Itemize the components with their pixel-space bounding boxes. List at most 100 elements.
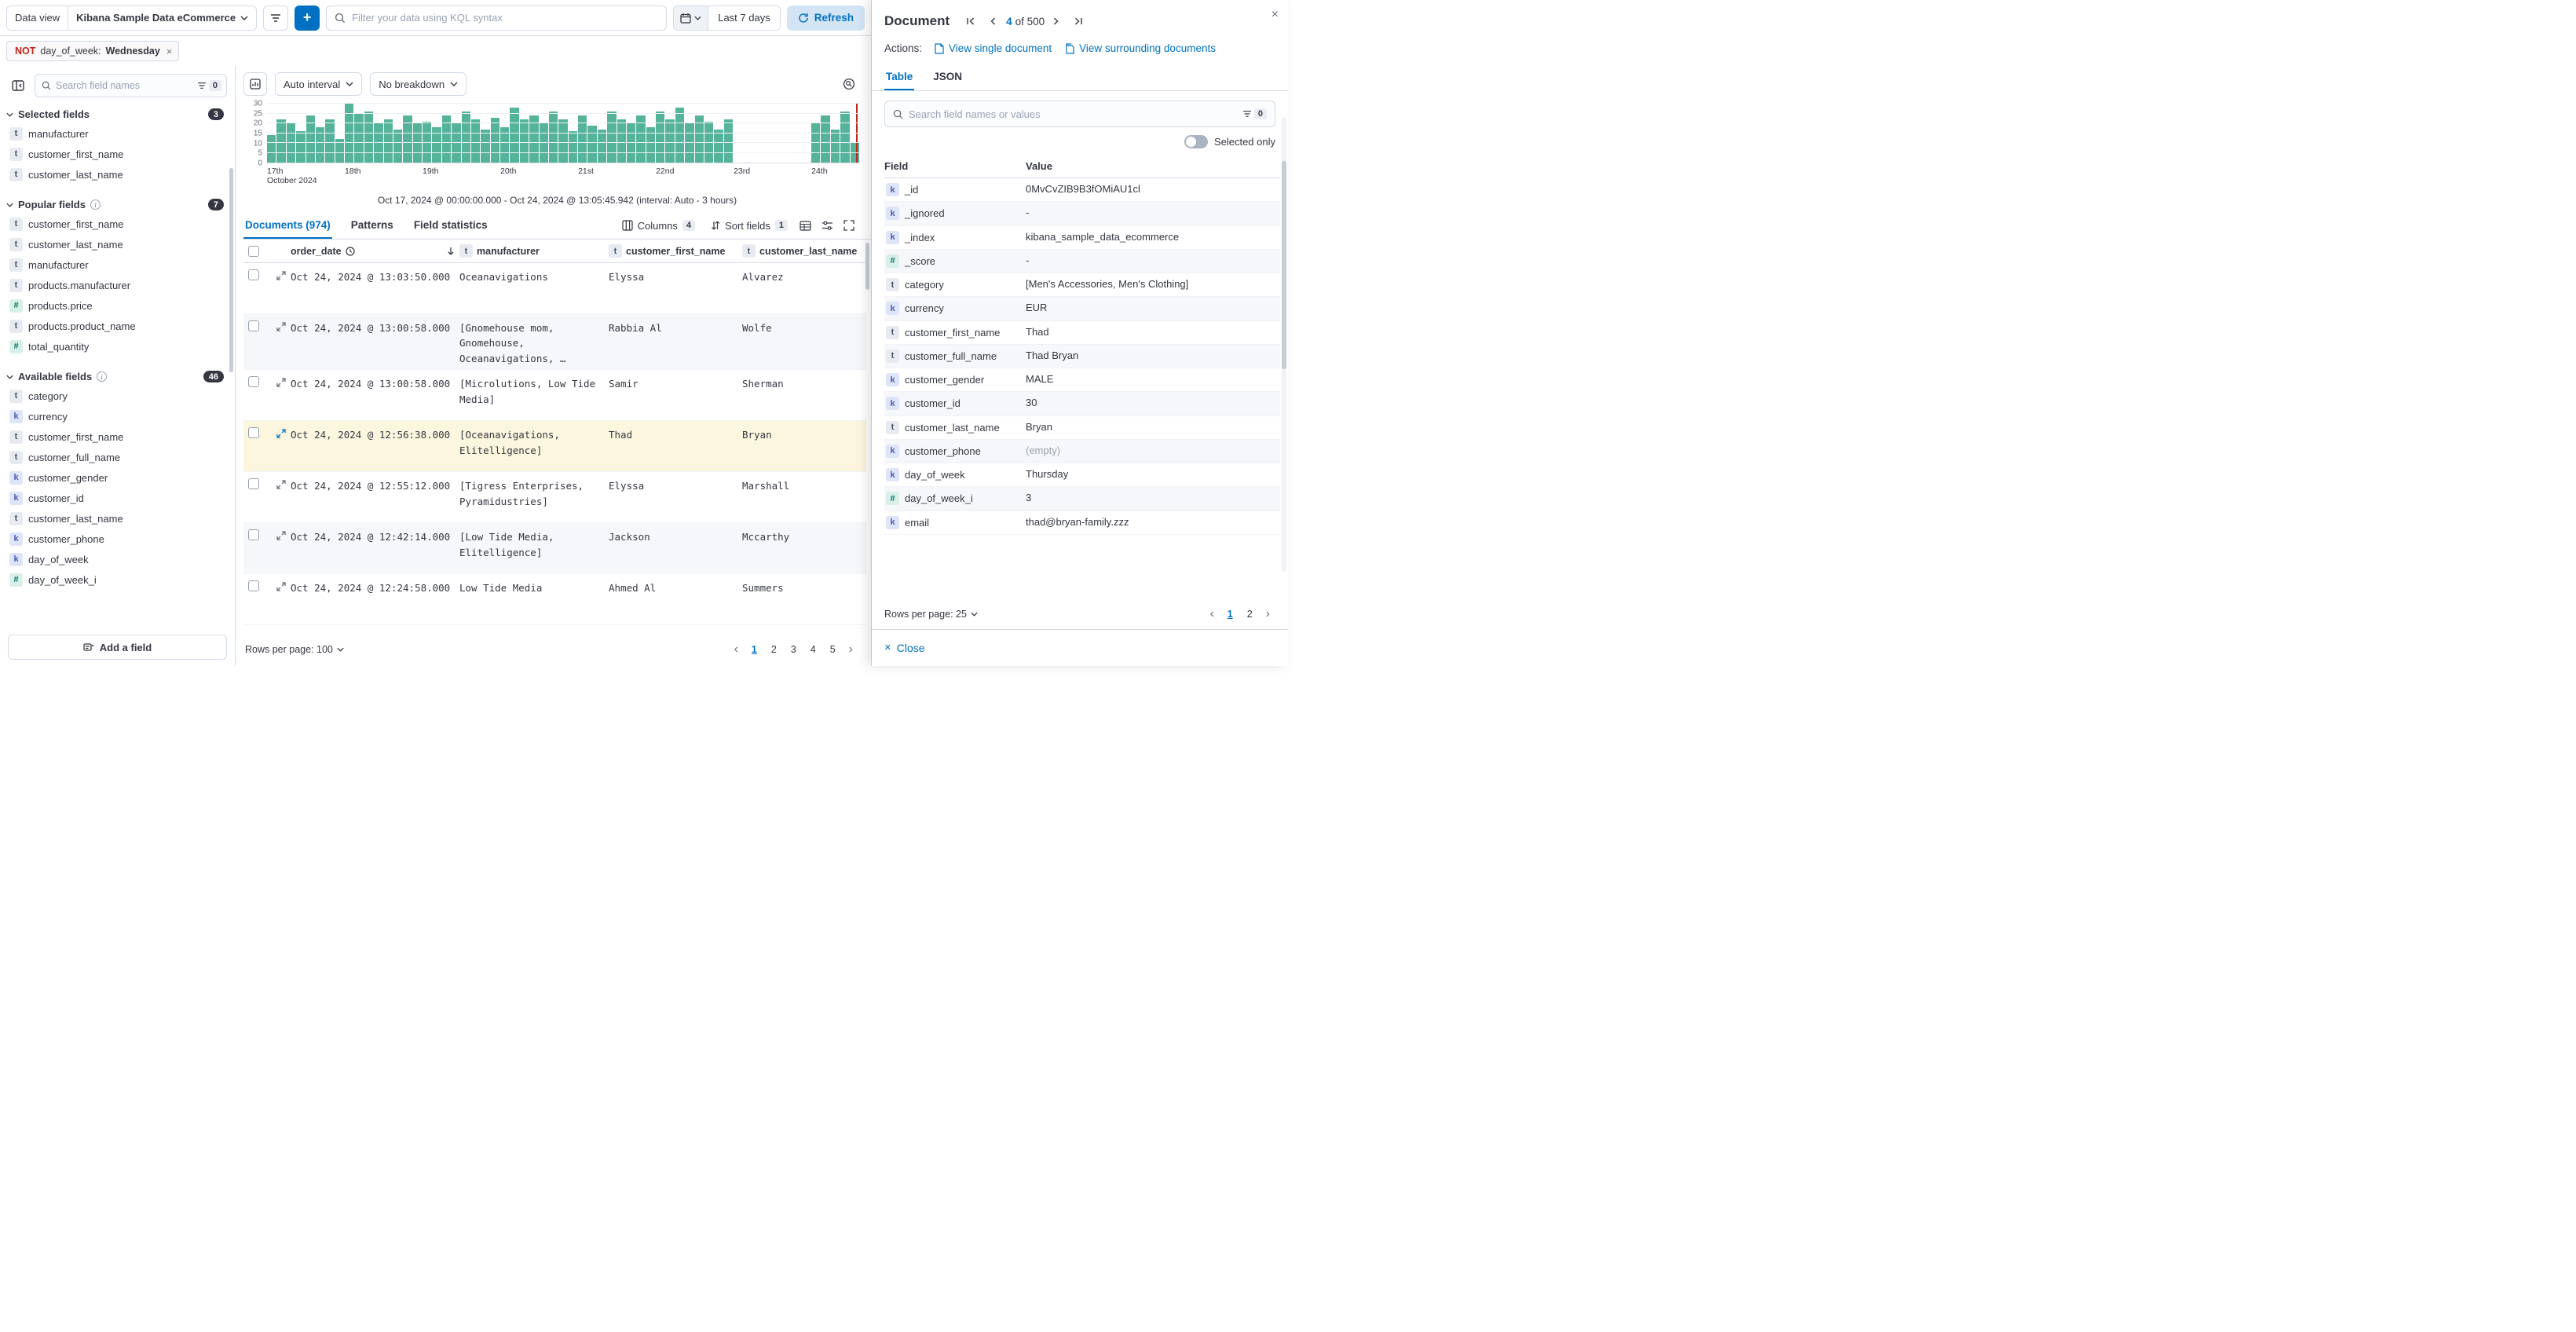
doc-rows-per-page-select[interactable]: Rows per page: 25 (884, 609, 978, 620)
page-3-button[interactable]: 3 (785, 642, 803, 657)
field-item[interactable]: t customer_first_name (6, 214, 224, 234)
header-customer-last-name[interactable]: tcustomer_last_name (742, 244, 866, 258)
histogram-bar[interactable] (481, 130, 489, 163)
page-2-button[interactable]: 2 (1241, 606, 1259, 622)
doc-field-filter-button[interactable]: 0 (1242, 108, 1267, 119)
density-button[interactable] (794, 215, 816, 236)
page-1-button[interactable]: 1 (1221, 606, 1239, 622)
field-item[interactable]: # total_quantity (6, 336, 224, 357)
tab-json[interactable]: JSON (931, 64, 964, 90)
histogram-bar[interactable] (296, 131, 305, 163)
expand-document-icon[interactable] (275, 529, 287, 542)
tab-field-statistics[interactable]: Field statistics (412, 212, 489, 239)
kql-search-input[interactable] (352, 12, 658, 24)
doc-field-row[interactable]: k _id 0MvCvZIB9B3fOMiAU1cl (884, 178, 1280, 202)
row-checkbox[interactable] (248, 320, 259, 331)
tab-documents[interactable]: Documents (974) (243, 212, 332, 239)
histogram-bar[interactable] (384, 119, 393, 163)
expand-document-icon[interactable] (275, 376, 287, 389)
histogram-bar[interactable] (267, 135, 276, 163)
field-item[interactable]: k day_of_week (6, 549, 224, 569)
doc-field-row[interactable]: k day_of_week Thursday (884, 463, 1280, 487)
field-item[interactable]: # day_of_week_i (6, 569, 224, 590)
field-item[interactable]: t customer_first_name (6, 426, 224, 447)
doc-field-row[interactable]: t customer_first_name Thad (884, 321, 1280, 345)
field-item[interactable]: t customer_first_name (6, 144, 224, 164)
document-row[interactable]: Oct 24, 2024 @ 12:56:38.000 [Oceanavigat… (243, 421, 866, 472)
histogram-bar[interactable] (452, 123, 460, 163)
section-header[interactable]: Popular fields i 7 (6, 196, 224, 214)
doc-field-row[interactable]: k customer_phone (empty) (884, 440, 1280, 463)
field-item[interactable]: t manufacturer (6, 123, 224, 144)
select-all-checkbox[interactable] (248, 246, 259, 257)
document-row[interactable]: Oct 24, 2024 @ 12:42:14.000 [Low Tide Me… (243, 523, 866, 574)
field-item[interactable]: # products.price (6, 295, 224, 316)
field-item[interactable]: t customer_last_name (6, 234, 224, 254)
fullscreen-button[interactable] (838, 215, 860, 236)
page-2-button[interactable]: 2 (765, 642, 783, 657)
histogram-bar[interactable] (520, 119, 529, 163)
row-checkbox[interactable] (248, 269, 259, 280)
histogram-bar[interactable] (413, 123, 422, 163)
doc-field-row[interactable]: k customer_id 30 (884, 392, 1280, 415)
field-filter-button[interactable]: 0 (197, 80, 221, 91)
remove-filter-icon[interactable]: × (166, 46, 173, 57)
close-flyout-button[interactable]: × Close (884, 641, 925, 654)
row-checkbox[interactable] (248, 376, 259, 387)
row-checkbox[interactable] (248, 580, 259, 591)
view-surrounding-documents-link[interactable]: View surrounding documents (1064, 42, 1216, 54)
page-4-button[interactable]: 4 (804, 642, 822, 657)
last-document-button[interactable] (1068, 11, 1089, 31)
header-customer-first-name[interactable]: tcustomer_first_name (609, 244, 742, 258)
row-height-settings-button[interactable] (816, 215, 838, 236)
histogram-bar[interactable] (724, 119, 733, 163)
histogram-bar[interactable] (374, 123, 382, 163)
field-item[interactable]: t products.product_name (6, 316, 224, 336)
expand-document-icon[interactable] (275, 478, 287, 491)
sort-fields-button[interactable]: Sort fields 1 (704, 216, 794, 236)
histogram-bar[interactable] (549, 112, 558, 163)
histogram-bar[interactable] (558, 119, 567, 163)
header-manufacturer[interactable]: tmanufacturer (459, 244, 609, 258)
doc-field-search-box[interactable]: 0 (884, 101, 1275, 127)
document-row[interactable]: Oct 24, 2024 @ 13:00:58.000 [Microlution… (243, 370, 866, 421)
page-5-button[interactable]: 5 (824, 642, 842, 657)
expand-document-icon[interactable] (275, 269, 287, 282)
view-single-document-link[interactable]: View single document (935, 42, 1052, 54)
histogram-bar[interactable] (587, 126, 596, 163)
histogram-bar[interactable] (840, 112, 849, 163)
edit-visualization-button[interactable] (243, 72, 267, 96)
field-item[interactable]: k currency (6, 406, 224, 426)
field-item[interactable]: t customer_last_name (6, 508, 224, 529)
histogram-bar[interactable] (325, 119, 334, 163)
field-item[interactable]: k customer_gender (6, 467, 224, 488)
histogram-bar[interactable] (491, 118, 499, 163)
histogram-bar[interactable] (627, 123, 635, 163)
histogram-bar[interactable] (471, 119, 480, 163)
doc-field-row[interactable]: k email thad@bryan-family.zzz (884, 511, 1280, 535)
histogram-chart[interactable]: 051015202530 17thOctober 202418th19th20t… (243, 104, 860, 188)
data-view-picker[interactable]: Kibana Sample Data eCommerce (68, 6, 256, 30)
info-icon[interactable]: i (90, 199, 101, 210)
section-header[interactable]: Available fields i 46 (6, 368, 224, 386)
field-item[interactable]: k customer_id (6, 488, 224, 508)
histogram-bar[interactable] (276, 119, 285, 163)
columns-button[interactable]: Columns 4 (616, 216, 701, 236)
collapse-sidebar-button[interactable] (6, 74, 30, 97)
histogram-bar[interactable] (462, 112, 470, 163)
saved-query-filter-button[interactable] (263, 5, 288, 31)
row-checkbox[interactable] (248, 478, 259, 489)
histogram-bar[interactable] (598, 130, 606, 163)
add-field-button[interactable]: Add a field (8, 635, 227, 660)
histogram-bar[interactable] (287, 123, 295, 163)
sidebar-scrollbar[interactable] (229, 168, 233, 372)
page-1-button[interactable]: 1 (745, 642, 763, 657)
filter-pill-not-day-of-week[interactable]: NOT day_of_week: Wednesday × (6, 41, 179, 61)
doc-field-row[interactable]: k customer_gender MALE (884, 368, 1280, 392)
document-row[interactable]: Oct 24, 2024 @ 13:03:50.000 Oceanavigati… (243, 263, 866, 314)
expand-document-icon[interactable] (275, 427, 287, 440)
field-item[interactable]: t manufacturer (6, 254, 224, 275)
breakdown-select[interactable]: No breakdown (370, 72, 467, 96)
doc-field-row[interactable]: k currency EUR (884, 297, 1280, 320)
doc-field-row[interactable]: t customer_last_name Bryan (884, 416, 1280, 440)
